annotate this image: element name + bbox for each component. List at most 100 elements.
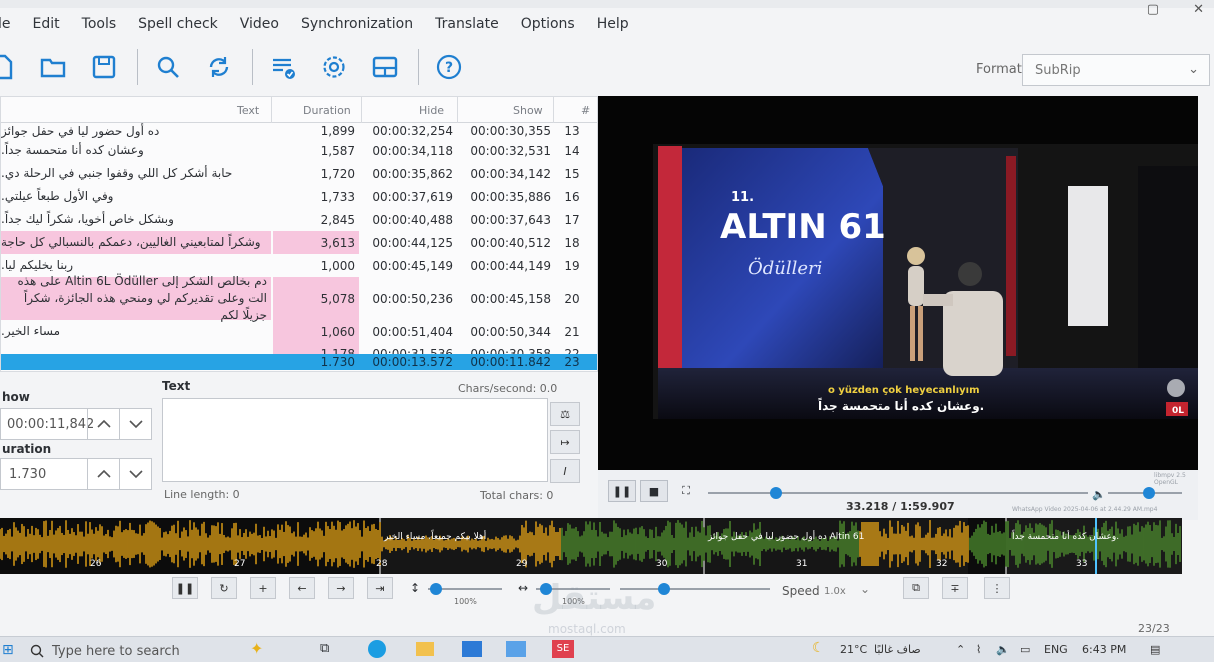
cell-number: 14: [564, 143, 580, 158]
chevron-up-icon: [96, 419, 111, 428]
windows-start-icon[interactable]: ⊞: [2, 642, 14, 658]
balance-icon[interactable]: ⚖: [550, 402, 580, 426]
open-folder-icon[interactable]: [33, 47, 73, 87]
time-tick-label: 32: [936, 559, 947, 569]
video-position-handle[interactable]: [770, 487, 783, 499]
arrow-right-icon[interactable]: →: [328, 577, 354, 599]
menu-video[interactable]: Video: [240, 16, 279, 32]
subtitle-grid[interactable]: Text Duration Hide Show # ده أول حضور لي…: [0, 96, 598, 372]
duration-up-button[interactable]: [87, 459, 119, 489]
show-time-value: 00:00:11,842: [7, 416, 95, 432]
save-icon[interactable]: [84, 47, 124, 87]
add-icon[interactable]: +: [250, 577, 276, 599]
tray-chevron-icon[interactable]: ⌃: [956, 643, 965, 656]
duration-label: uration: [2, 442, 52, 456]
volume-handle[interactable]: [1142, 487, 1155, 499]
column-separator: [457, 97, 458, 123]
menu-tools[interactable]: Tools: [82, 16, 117, 32]
table-row[interactable]: دم بخالص الشكر إلى Altin 6L Ödüller على …: [1, 274, 597, 322]
app-icon[interactable]: [506, 641, 526, 657]
col-header-number[interactable]: #: [581, 104, 590, 117]
cell-number: 20: [564, 291, 580, 306]
cell-text: دم بخالص الشكر إلى Altin 6L Ödüller على …: [1, 274, 271, 322]
subtitle-edit-icon[interactable]: SE: [552, 640, 574, 658]
table-row[interactable]: وبشكل خاص أخويا، شكراً ليك جداً. 2,845 00:…: [1, 208, 597, 231]
table-row-selected[interactable]: 1.730 00:00:13.572 00:00:11.842 23: [1, 354, 597, 370]
volume-icon[interactable]: 🔈: [1092, 488, 1106, 501]
speed-value[interactable]: 1.0x: [824, 586, 846, 597]
battery-icon[interactable]: ▭: [1020, 643, 1030, 656]
waveform[interactable]: 26 27 28 29 30 31 32 33 أهلا بيكم جميعاً، مساء ا…: [0, 518, 1182, 574]
menu-options[interactable]: Options: [521, 16, 575, 32]
video-player[interactable]: 11. ALTIN 61 Ödülleri o yüzden çok heyec…: [598, 96, 1198, 470]
split-line-icon[interactable]: ↦: [550, 430, 580, 454]
pause-button[interactable]: ❚❚: [608, 480, 636, 502]
language-indicator[interactable]: ENG: [1044, 643, 1068, 656]
help-icon[interactable]: ?: [429, 47, 469, 87]
show-down-button[interactable]: [119, 409, 151, 439]
network-icon[interactable]: ⌇: [976, 643, 981, 656]
copilot-icon[interactable]: ✦: [250, 639, 263, 658]
split-icon[interactable]: ∓: [942, 577, 968, 599]
duration-down-button[interactable]: [119, 459, 151, 489]
more-options-icon[interactable]: ⋮: [984, 577, 1010, 599]
repeat-icon[interactable]: ↻: [211, 577, 237, 599]
duration-value: 1.730: [9, 466, 47, 482]
show-up-button[interactable]: [87, 409, 119, 439]
cell-duration: 1,587: [320, 143, 355, 158]
menu-translate[interactable]: Translate: [435, 16, 499, 32]
cell-hide: 00:00:32,254: [372, 124, 453, 138]
task-view-icon[interactable]: ⧉: [320, 641, 329, 656]
table-row[interactable]: وفي الأول طبعاً عيلتي. 1,733 00:00:37,619 0…: [1, 185, 597, 208]
video-position-track[interactable]: [708, 492, 1088, 494]
duration-input[interactable]: 1.730: [0, 458, 152, 490]
fullscreen-icon[interactable]: ⛶: [672, 480, 700, 502]
clock[interactable]: 6:43 PM: [1082, 643, 1126, 656]
show-label: how: [2, 390, 30, 404]
layout-icon[interactable]: [365, 47, 405, 87]
cell-hide: 00:00:40,488: [372, 212, 453, 227]
col-header-duration[interactable]: Duration: [303, 104, 351, 117]
arrow-left-icon[interactable]: ←: [289, 577, 315, 599]
copy-icon[interactable]: ⧉: [903, 577, 929, 599]
table-row[interactable]: مساء الخير. 1,060 00:00:51,404 00:00:50,344…: [1, 320, 597, 343]
menu-file[interactable]: le: [0, 16, 11, 32]
table-row[interactable]: ده أول حضور ليا في حفل جوائز 1,899 00:00:3…: [1, 123, 597, 139]
file-explorer-icon[interactable]: [416, 642, 434, 656]
replace-icon[interactable]: [199, 47, 239, 87]
notifications-icon[interactable]: ▤: [1150, 643, 1160, 656]
table-row[interactable]: حابة أشكر كل اللي وقفوا جنبي في الرحلة د…: [1, 162, 597, 185]
italic-icon[interactable]: I: [550, 459, 580, 483]
subtitle-text-input[interactable]: [162, 398, 548, 482]
col-header-show[interactable]: Show: [513, 104, 543, 117]
menu-spell-check[interactable]: Spell check: [138, 16, 218, 32]
stop-button[interactable]: ■: [640, 480, 668, 502]
column-separator: [553, 97, 554, 123]
menu-edit[interactable]: Edit: [33, 16, 60, 32]
taskbar-search[interactable]: Type here to search: [30, 640, 230, 662]
settings-icon[interactable]: [314, 47, 354, 87]
cell-number: 16: [564, 189, 580, 204]
new-file-icon[interactable]: [0, 47, 22, 87]
table-row[interactable]: وعشان كده أنا متحمسة جداً. 1,587 00:00:34,…: [1, 139, 597, 162]
spell-check-icon[interactable]: [263, 47, 303, 87]
table-row[interactable]: وشكراً لمتابعيني الغاليين، دعمكم بالنسبا…: [1, 231, 597, 254]
column-separator: [271, 97, 272, 123]
cell-show: 00:00:40,512: [470, 235, 551, 250]
position-handle[interactable]: [658, 583, 670, 595]
col-header-hide[interactable]: Hide: [419, 104, 444, 117]
waveform-canvas: 26 27 28 29 30 31 32 33أهلا بيكم جميعاً، مساء ا…: [0, 518, 1182, 574]
play-pause-button[interactable]: ❚❚: [172, 577, 198, 599]
vertical-zoom-handle[interactable]: [430, 583, 442, 595]
menu-synchronization[interactable]: Synchronization: [301, 16, 413, 32]
video-app-icon[interactable]: [462, 641, 482, 657]
format-dropdown[interactable]: SubRip ⌄: [1022, 54, 1210, 86]
search-icon[interactable]: [148, 47, 188, 87]
menu-help[interactable]: Help: [597, 16, 629, 32]
go-to-icon[interactable]: ⇥: [367, 577, 393, 599]
col-header-text[interactable]: Text: [237, 104, 259, 117]
show-time-input[interactable]: 00:00:11,842: [0, 408, 152, 440]
chevron-down-icon[interactable]: ⌄: [860, 582, 870, 596]
edge-icon[interactable]: [368, 640, 386, 658]
speaker-icon[interactable]: 🔈: [996, 643, 1010, 656]
